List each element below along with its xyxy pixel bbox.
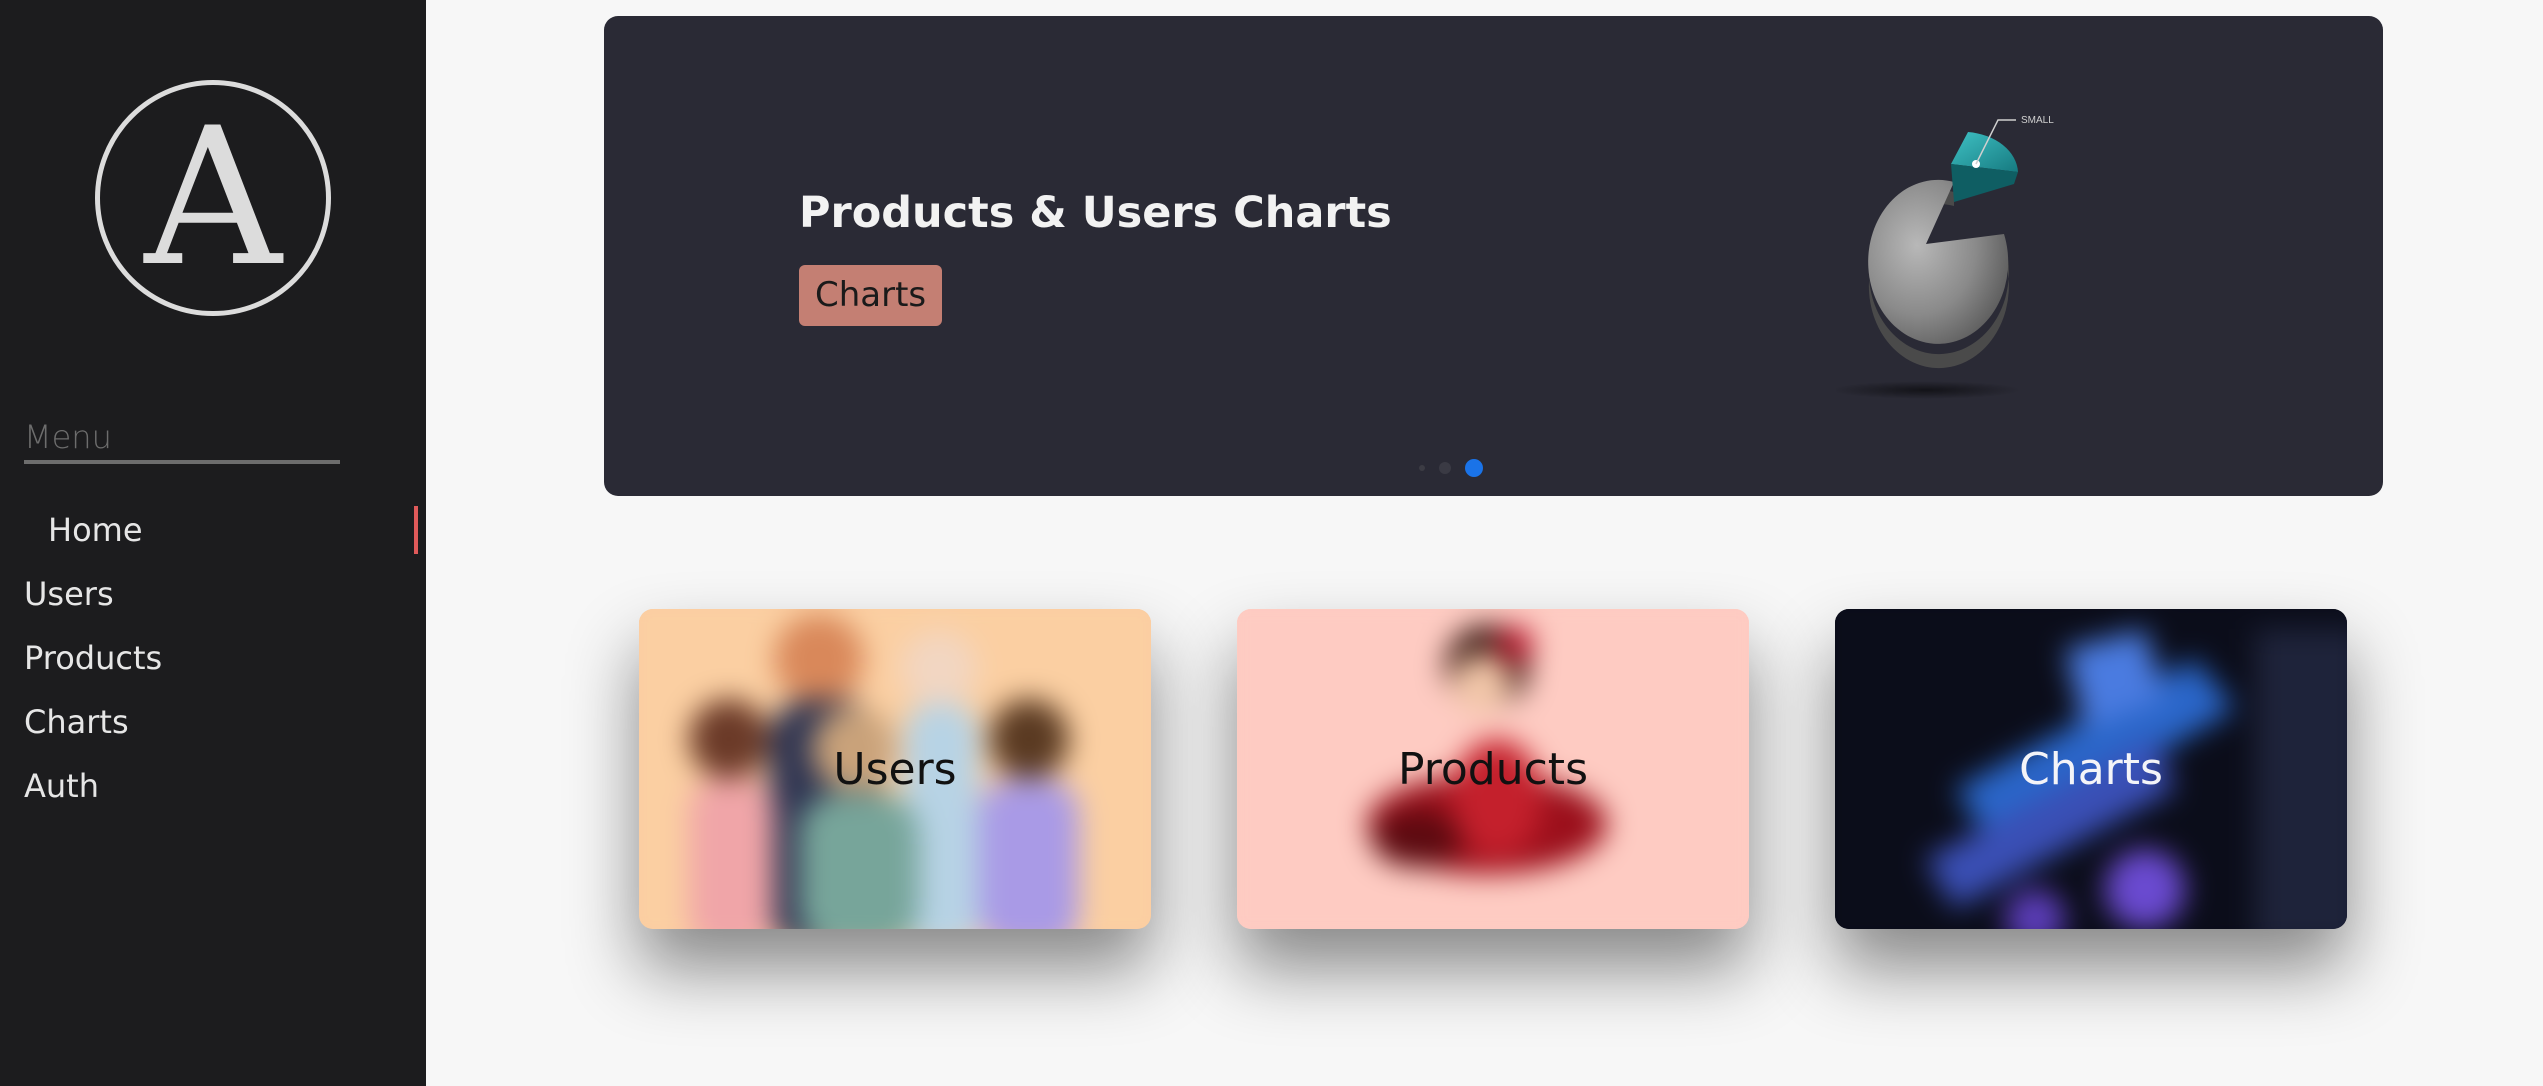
carousel-indicators (1419, 458, 1483, 478)
hero-carousel: Products & Users Charts Charts SMALL (604, 16, 2383, 496)
users-card[interactable]: Users (639, 609, 1151, 929)
menu-list: Home Users Products Charts Auth (0, 498, 426, 818)
sidebar-item-charts[interactable]: Charts (0, 690, 426, 754)
users-card-label: Users (833, 743, 957, 795)
sidebar-item-auth[interactable]: Auth (0, 754, 426, 818)
charts-card[interactable]: Charts (1835, 609, 2347, 929)
carousel-dot-2[interactable] (1439, 462, 1451, 474)
pie-tag-label: SMALL (2021, 115, 2054, 126)
charts-card-label: Charts (2019, 743, 2163, 795)
products-card-label: Products (1398, 743, 1588, 795)
logo-letter: A (144, 87, 282, 308)
charts-button[interactable]: Charts (799, 265, 943, 326)
menu-title: Menu (24, 418, 340, 464)
sidebar-item-home[interactable]: Home (0, 498, 426, 562)
sidebar: A Menu Home Users Products Charts Auth (0, 0, 426, 1086)
sidebar-item-users[interactable]: Users (0, 562, 426, 626)
logo[interactable]: A (95, 80, 331, 316)
carousel-dot-1[interactable] (1419, 465, 1425, 471)
products-card[interactable]: Products (1237, 609, 1749, 929)
carousel-dot-3-active[interactable] (1465, 459, 1483, 477)
sidebar-item-products[interactable]: Products (0, 626, 426, 690)
pie-chart-icon: SMALL (1831, 94, 2086, 414)
banner-title: Products & Users Charts (799, 188, 1392, 238)
